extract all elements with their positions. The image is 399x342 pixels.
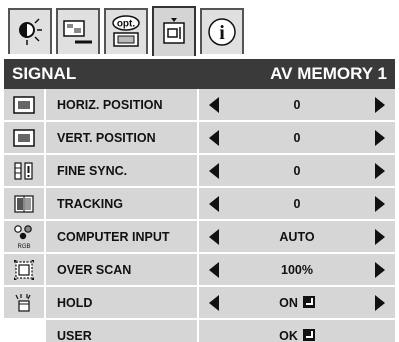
- hold-value-control[interactable]: ON: [199, 287, 395, 318]
- option-tab[interactable]: opt.: [104, 8, 148, 54]
- increase-arrow-icon[interactable]: [375, 162, 385, 179]
- decrease-arrow-icon[interactable]: [209, 261, 219, 278]
- fine-sync-value-control[interactable]: 0: [199, 155, 395, 186]
- menu-header: SIGNAL AV MEMORY 1: [4, 59, 395, 89]
- computer-input-row[interactable]: RGB COMPUTER INPUT AUTO: [4, 221, 395, 254]
- signal-settings-list: HORIZ. POSITION 0 VERT. POSITION 0 FINE …: [4, 89, 395, 342]
- increase-arrow-icon[interactable]: [375, 195, 385, 212]
- increase-arrow-icon[interactable]: [375, 129, 385, 146]
- increase-arrow-icon[interactable]: [375, 96, 385, 113]
- hold-label: HOLD: [46, 287, 199, 318]
- enter-key-icon: [302, 295, 315, 308]
- vert-position-value-control[interactable]: 0: [199, 122, 395, 153]
- horiz-position-value-control[interactable]: 0: [199, 89, 395, 120]
- decrease-arrow-icon[interactable]: [209, 195, 219, 212]
- horiz-position-row[interactable]: HORIZ. POSITION 0: [4, 89, 395, 122]
- picture-tab[interactable]: [56, 8, 100, 54]
- hold-value: ON: [279, 295, 315, 310]
- increase-arrow-icon[interactable]: [375, 228, 385, 245]
- horiz-position-value: 0: [293, 97, 301, 112]
- info-icon: i: [208, 18, 236, 46]
- over-scan-row[interactable]: OVER SCAN 100%: [4, 254, 395, 287]
- signal-icon: [163, 18, 185, 44]
- computer-input-icon: RGB: [14, 224, 32, 250]
- increase-arrow-icon[interactable]: [375, 261, 385, 278]
- menu-title: SIGNAL: [12, 64, 77, 83]
- horiz-position-label: HORIZ. POSITION: [46, 89, 199, 120]
- av-memory-label: AV MEMORY 1: [270, 64, 387, 83]
- info-tab-label: i: [219, 22, 225, 44]
- tracking-label: TRACKING: [46, 188, 199, 219]
- over-scan-label: OVER SCAN: [46, 254, 199, 285]
- tracking-value-control[interactable]: 0: [199, 188, 395, 219]
- over-scan-value-control[interactable]: 100%: [199, 254, 395, 285]
- info-tab[interactable]: i: [200, 8, 244, 54]
- decrease-arrow-icon[interactable]: [209, 96, 219, 113]
- decrease-arrow-icon[interactable]: [209, 162, 219, 179]
- increase-arrow-icon[interactable]: [375, 294, 385, 311]
- hold-icon: [15, 293, 31, 312]
- horiz-position-icon: [13, 95, 35, 114]
- decrease-arrow-icon[interactable]: [209, 129, 219, 146]
- vert-position-value: 0: [293, 130, 301, 145]
- over-scan-icon: [14, 259, 34, 280]
- fine-sync-label: FINE SYNC.: [46, 155, 199, 186]
- computer-input-value: AUTO: [279, 229, 315, 244]
- computer-input-value-control[interactable]: AUTO: [199, 221, 395, 252]
- vert-position-label: VERT. POSITION: [46, 122, 199, 153]
- menu-tab-bar: opt. i: [4, 4, 399, 60]
- image-adjust-tab[interactable]: [8, 8, 52, 54]
- option-tab-label: opt.: [117, 19, 136, 30]
- tracking-value: 0: [293, 196, 301, 211]
- decrease-arrow-icon[interactable]: [209, 294, 219, 311]
- option-icon: opt.: [112, 15, 140, 47]
- decrease-arrow-icon[interactable]: [209, 228, 219, 245]
- picture-icon: [63, 20, 92, 44]
- fine-sync-row[interactable]: FINE SYNC. 0: [4, 155, 395, 188]
- user-value: OK: [279, 328, 315, 342]
- enter-key-icon: [302, 328, 315, 341]
- vert-position-row[interactable]: VERT. POSITION 0: [4, 122, 395, 155]
- vert-position-icon: [13, 128, 35, 147]
- user-row[interactable]: USER OK: [4, 320, 395, 342]
- user-label: USER: [46, 320, 199, 342]
- over-scan-value: 100%: [281, 262, 313, 277]
- tracking-icon: [14, 194, 34, 213]
- tracking-row[interactable]: TRACKING 0: [4, 188, 395, 221]
- hold-row[interactable]: HOLD ON: [4, 287, 395, 320]
- user-ok-button[interactable]: OK: [199, 320, 395, 342]
- fine-sync-icon: [14, 161, 33, 180]
- signal-tab[interactable]: [152, 6, 196, 56]
- computer-input-label: COMPUTER INPUT: [46, 221, 199, 252]
- brightness-icon: [19, 18, 42, 45]
- rgb-caption: RGB: [17, 244, 30, 250]
- fine-sync-value: 0: [293, 163, 301, 178]
